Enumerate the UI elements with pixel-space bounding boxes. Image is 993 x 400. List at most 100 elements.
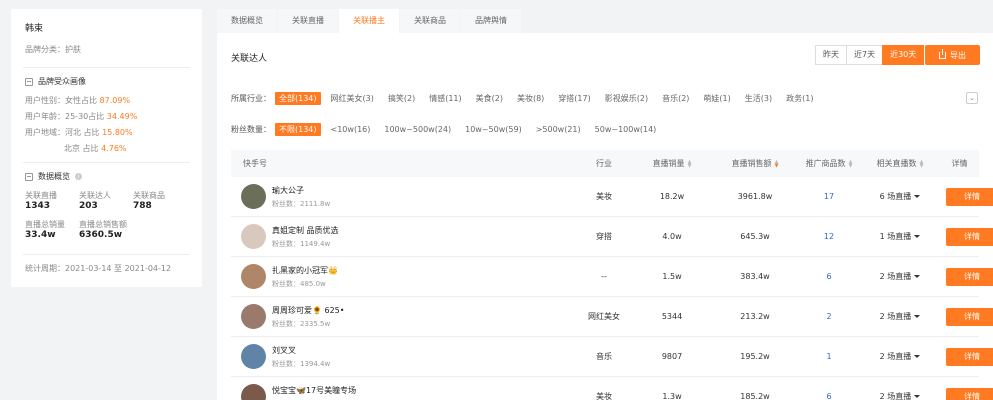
- products-cell[interactable]: 2: [798, 312, 860, 321]
- industry-chip[interactable]: 穿搭(17): [554, 92, 594, 105]
- account-name[interactable]: 周周珍可爱🌻 625•: [272, 305, 345, 316]
- col-lives[interactable]: 相关直播数 ▲ ▼: [860, 158, 940, 169]
- account-cell[interactable]: 刘叉叉 粉丝数：1394.4w: [231, 344, 576, 369]
- revenue-cell: 3961.8w: [737, 192, 773, 201]
- sort-icon[interactable]: ▲ ▼: [920, 159, 924, 168]
- fans-chip[interactable]: <10w(16): [327, 123, 375, 136]
- sales-cell: 1.3w: [662, 392, 682, 400]
- sales-cell: 5344: [661, 312, 683, 321]
- industry-chip[interactable]: 政务(1): [782, 92, 817, 105]
- fans-chip[interactable]: 100w~500w(24): [380, 123, 455, 136]
- category-label: 品牌分类：: [25, 45, 65, 54]
- industry-chip[interactable]: 音乐(2): [658, 92, 693, 105]
- avatar[interactable]: [241, 224, 266, 249]
- revenue-cell: 213.2w: [740, 312, 770, 321]
- lives-cell[interactable]: 2 场直播: [860, 351, 940, 362]
- stat-value: 1343: [25, 201, 51, 211]
- caret-down-icon: [914, 235, 921, 238]
- products-cell[interactable]: 12: [798, 232, 860, 241]
- stat-value: 203: [79, 201, 98, 211]
- account-name[interactable]: 刘叉叉: [272, 345, 330, 356]
- col-sales[interactable]: 直播销量 ▲ ▼: [632, 158, 712, 169]
- range-30-days[interactable]: 近30天: [882, 45, 925, 65]
- industry-chip[interactable]: 网红美女(3): [327, 92, 378, 105]
- col-products[interactable]: 推广商品数 ▲ ▼: [798, 158, 860, 169]
- products-cell[interactable]: 6: [798, 392, 860, 400]
- fans-chip[interactable]: 50w~100w(14): [591, 123, 661, 136]
- account-cell[interactable]: 扎黑家的小冠军👑 粉丝数：485.0w: [231, 264, 576, 289]
- revenue-cell: 645.3w: [740, 232, 770, 241]
- products-cell[interactable]: 17: [798, 192, 860, 201]
- account-cell[interactable]: 瑜大公子 粉丝数：2111.8w: [231, 184, 576, 209]
- col-revenue[interactable]: 直播销售额 ▲ ▼: [712, 158, 798, 169]
- sort-icon[interactable]: ▲ ▼: [849, 159, 853, 168]
- avatar[interactable]: [241, 184, 266, 209]
- sort-icon[interactable]: ▲ ▼: [688, 159, 692, 168]
- col-sales-label: 直播销量: [652, 159, 685, 168]
- lives-cell[interactable]: 1 场直播: [860, 231, 940, 242]
- detail-button[interactable]: 详情: [946, 387, 993, 400]
- age-label: 用户年龄：: [25, 112, 65, 121]
- account-cell[interactable]: 周周珍可爱🌻 625• 粉丝数：2335.5w: [231, 304, 576, 329]
- products-cell[interactable]: 6: [798, 272, 860, 281]
- account-cell[interactable]: 悦宝宝🦋17号美瞳专场 粉丝数：: [231, 384, 576, 400]
- detail-button[interactable]: 详情: [946, 307, 993, 326]
- industry-chip[interactable]: 全部(134): [275, 91, 321, 105]
- industry-chip[interactable]: 情感(11): [425, 92, 465, 105]
- lives-text: 1 场直播: [879, 232, 912, 241]
- tab-related-streamers[interactable]: 关联播主: [339, 9, 399, 33]
- industry-chip[interactable]: 搞笑(2): [384, 92, 419, 105]
- fans-chip[interactable]: >500w(21): [532, 123, 585, 136]
- table-row: 瑜大公子 粉丝数：2111.8w 美妆 18.2w 3961.8w 17 6 场…: [231, 177, 993, 217]
- lives-cell[interactable]: 2 场直播: [860, 311, 940, 322]
- caret-down-icon: [914, 275, 921, 278]
- period-value: 2021-03-14 至 2021-04-12: [65, 264, 172, 273]
- fans-chip[interactable]: 10w~50w(59): [461, 123, 526, 136]
- industry-chip[interactable]: 美食(2): [472, 92, 507, 105]
- lives-cell[interactable]: 2 场直播: [860, 271, 940, 282]
- gender-text: 女性占比: [65, 96, 97, 105]
- stat-label: 直播总销售额: [79, 220, 127, 229]
- industry-chip[interactable]: 萌娃(1): [699, 92, 734, 105]
- gender-label: 用户性别：: [25, 96, 65, 105]
- tab-brand-sentiment[interactable]: 品牌舆情: [461, 9, 521, 33]
- streamer-table: 快手号 行业 直播销量 ▲ ▼ 直播销售额 ▲ ▼ 推广商品数 ▲ ▼ 相关直播数 ▲…: [231, 150, 993, 400]
- account-name[interactable]: 悦宝宝🦋17号美瞳专场: [272, 385, 356, 396]
- brand-name: 韩束: [25, 24, 44, 34]
- tab-related-products[interactable]: 关联商品: [400, 9, 460, 33]
- detail-button[interactable]: 详情: [946, 347, 993, 366]
- account-cell[interactable]: 真姐定制 品质优选 粉丝数：1149.4w: [231, 224, 576, 249]
- tab-data-overview[interactable]: 数据概览: [217, 9, 277, 33]
- industry-chip[interactable]: 美妆(8): [513, 92, 548, 105]
- lives-cell[interactable]: 2 场直播: [860, 391, 940, 400]
- avatar[interactable]: [241, 384, 266, 400]
- chevron-down-icon[interactable]: ⌄: [966, 92, 978, 104]
- industry-chip[interactable]: 影视娱乐(2): [601, 92, 652, 105]
- tab-related-live[interactable]: 关联直播: [278, 9, 338, 33]
- lives-text: 2 场直播: [879, 392, 912, 400]
- table-row: 周周珍可爱🌻 625• 粉丝数：2335.5w 网红美女 5344 213.2w…: [231, 297, 993, 337]
- account-name[interactable]: 真姐定制 品质优选: [272, 225, 339, 236]
- info-icon[interactable]: i: [75, 173, 82, 180]
- lives-cell[interactable]: 6 场直播: [860, 191, 940, 202]
- avatar[interactable]: [241, 264, 266, 289]
- export-label: 导出: [950, 50, 966, 60]
- sort-icon[interactable]: ▲ ▼: [775, 159, 779, 168]
- fans-chip[interactable]: 不限(134): [275, 122, 321, 136]
- avatar[interactable]: [241, 344, 266, 369]
- industry-chip[interactable]: 生活(3): [741, 92, 776, 105]
- detail-button[interactable]: 详情: [946, 187, 993, 206]
- lives-text: 2 场直播: [879, 272, 912, 281]
- export-button[interactable]: 导出: [925, 45, 980, 65]
- detail-button[interactable]: 详情: [946, 267, 993, 286]
- account-name[interactable]: 瑜大公子: [272, 185, 330, 196]
- industry-cell: 美妆: [596, 392, 612, 400]
- products-cell[interactable]: 1: [798, 352, 860, 361]
- account-name[interactable]: 扎黑家的小冠军👑: [272, 265, 338, 276]
- range-7-days[interactable]: 近7天: [846, 45, 884, 65]
- caret-down-icon: [914, 395, 921, 398]
- detail-button[interactable]: 详情: [946, 227, 993, 246]
- avatar[interactable]: [241, 304, 266, 329]
- range-yesterday[interactable]: 昨天: [815, 45, 847, 65]
- stat-period: 统计周期：2021-03-14 至 2021-04-12: [25, 263, 188, 274]
